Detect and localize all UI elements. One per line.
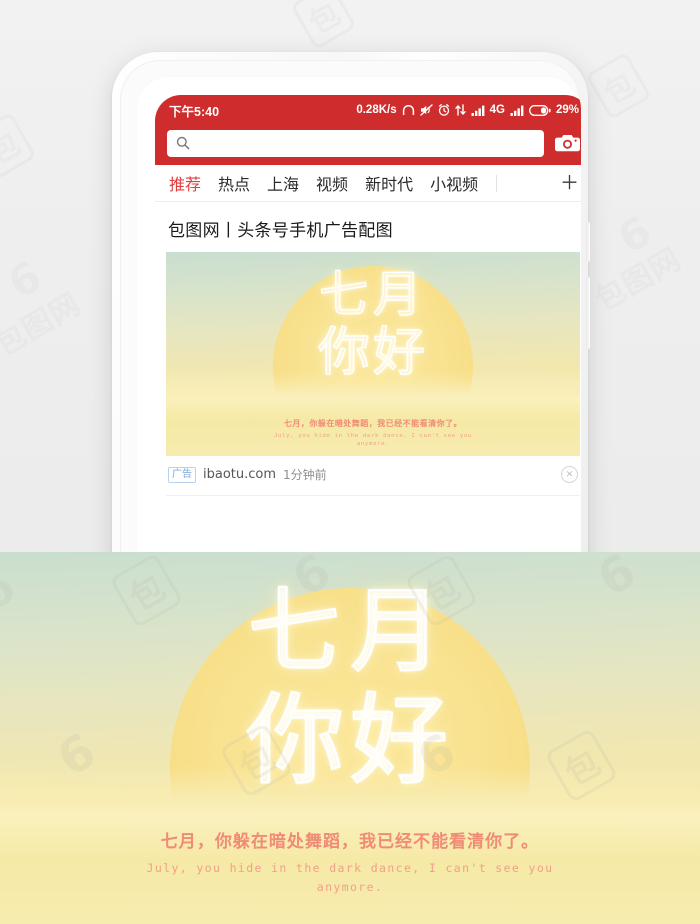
- caption-chinese: 七月，你躲在暗处舞蹈，我已经不能看清你了。: [283, 419, 463, 428]
- search-icon: [176, 136, 190, 150]
- tab-xiaoshipin[interactable]: 小视频: [430, 171, 478, 195]
- add-channel-button[interactable]: ＋: [560, 174, 581, 193]
- tab-xinshidai[interactable]: 新时代: [365, 171, 413, 195]
- tab-tuijian[interactable]: 推荐: [169, 171, 201, 195]
- ad-badge: 广告: [168, 466, 196, 483]
- caption-chinese: 七月，你躲在暗处舞蹈，我已经不能看清你了。: [160, 832, 540, 852]
- feed-item-footer: 广告 ibaotu.com 1分钟前 ✕: [166, 456, 580, 496]
- feed-item-title[interactable]: 包图网丨头条号手机广告配图: [166, 202, 580, 252]
- alarm-icon: [438, 104, 450, 116]
- poster-art-small: 七月 你好 七月，你躲在暗处舞蹈，我已经不能看清你了。 July, you hi…: [166, 252, 580, 456]
- tab-divider: [496, 174, 498, 192]
- battery-percent-label: 29%: [555, 104, 579, 116]
- poster-caption-large: 七月，你躲在暗处舞蹈，我已经不能看清你了。 July, you hide in …: [0, 827, 700, 894]
- phone-screen: 下午5:40 0.28K/s 4G 29% 推荐 热点 上海 视频 新时代 小视…: [155, 95, 581, 552]
- news-feed: 包图网丨头条号手机广告配图 七月 你好 七月，你躲在暗处舞蹈，我已经不能看清你了…: [155, 202, 581, 496]
- network-speed-label: 0.28K/s: [356, 104, 397, 116]
- neon-line-1: 七月: [318, 266, 427, 323]
- close-icon[interactable]: ✕: [561, 466, 578, 483]
- phone-mockup-scene: 包 6 包图网 包 6 包图网 包 6 包图网 包 包 下午5:40: [0, 0, 700, 552]
- network-type-label: 4G: [489, 104, 505, 116]
- watermark-badge: 包: [0, 111, 37, 181]
- watermark-badge: 包: [585, 51, 652, 121]
- phone-volume-button[interactable]: [586, 222, 590, 262]
- search-input[interactable]: [196, 135, 535, 151]
- signal-bars-icon: [471, 105, 485, 116]
- tab-shipin[interactable]: 视频: [316, 171, 348, 195]
- camera-icon[interactable]: [554, 131, 581, 155]
- signal-bars-2-icon: [510, 105, 524, 116]
- watermark-text: 包图网: [589, 241, 688, 319]
- neon-line-2: 你好: [245, 684, 454, 798]
- status-bar-time: 下午5:40: [169, 104, 220, 119]
- caption-english-line2: anymore.: [316, 880, 384, 894]
- neon-line-1: 七月: [247, 578, 453, 685]
- watermark-logo: 6: [0, 250, 51, 309]
- phone-power-button[interactable]: [586, 277, 590, 349]
- phone-bezel: 下午5:40 0.28K/s 4G 29% 推荐 热点 上海 视频 新时代 小视…: [135, 75, 581, 552]
- category-tab-bar: 推荐 热点 上海 视频 新时代 小视频 ＋: [155, 165, 581, 202]
- poster-neon-text: 七月 你好: [166, 266, 580, 383]
- caption-english-line1: July, you hide in the dark dance, I can'…: [146, 861, 554, 875]
- status-bar: 下午5:40 0.28K/s 4G 29%: [155, 95, 581, 125]
- watermark-logo: 6: [609, 205, 661, 264]
- feed-item-image[interactable]: 七月 你好 七月，你躲在暗处舞蹈，我已经不能看清你了。 July, you hi…: [166, 252, 580, 456]
- search-bar-row: [155, 125, 581, 165]
- phone-inner-frame: 下午5:40 0.28K/s 4G 29% 推荐 热点 上海 视频 新时代 小视…: [120, 60, 581, 552]
- ad-source-label[interactable]: ibaotu.com: [203, 467, 276, 482]
- screenshot-root: 包 6 包图网 包 6 包图网 包 6 包图网 包 包 下午5:40: [0, 0, 700, 924]
- tab-shanghai[interactable]: 上海: [267, 171, 299, 195]
- data-transfer-icon: [454, 104, 466, 116]
- tab-redian[interactable]: 热点: [218, 171, 250, 195]
- headphones-icon: [402, 104, 415, 116]
- neon-line-2: 你好: [317, 323, 429, 383]
- poster-caption-small: 七月，你躲在暗处舞蹈，我已经不能看清你了。 July, you hide in …: [166, 418, 580, 447]
- watermark-badge: 包: [290, 0, 357, 51]
- poster-banner-scene: 七月 你好 七月，你躲在暗处舞蹈，我已经不能看清你了。 July, you hi…: [0, 552, 700, 924]
- status-bar-indicators: 0.28K/s 4G 29%: [356, 104, 579, 116]
- caption-english-line1: July, you hide in the dark dance, I can'…: [274, 433, 472, 439]
- phone-device: 下午5:40 0.28K/s 4G 29% 推荐 热点 上海 视频 新时代 小视…: [112, 52, 590, 552]
- search-box[interactable]: [167, 129, 544, 157]
- mute-icon: [419, 104, 433, 116]
- poster-art-large: 七月 你好 七月，你躲在暗处舞蹈，我已经不能看清你了。 July, you hi…: [0, 552, 700, 924]
- caption-english-line2: anymore.: [356, 441, 390, 447]
- ad-timestamp: 1分钟前: [283, 468, 327, 482]
- poster-neon-text: 七月 你好: [0, 578, 700, 798]
- watermark-text: 包图网: [0, 286, 88, 364]
- battery-icon: [529, 104, 551, 116]
